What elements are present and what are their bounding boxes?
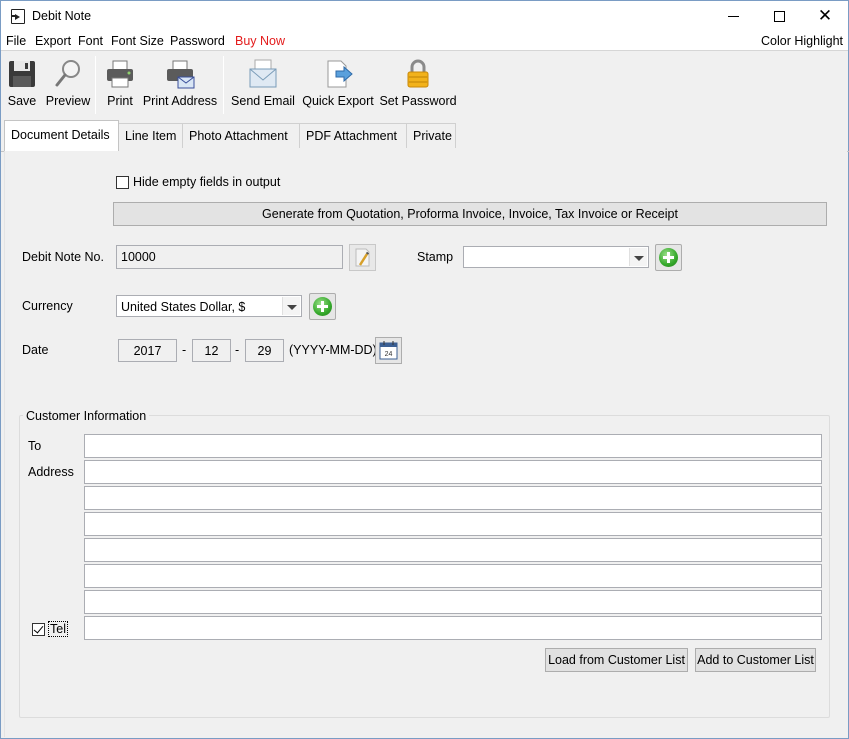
stamp-select[interactable] (463, 246, 649, 268)
app-window: Debit Note ✕ File Export Font Font Size … (0, 0, 849, 739)
tel-checkbox[interactable] (32, 623, 45, 636)
date-separator: - (182, 343, 187, 357)
address-line-1-field[interactable] (84, 460, 822, 484)
print-label: Print (107, 94, 133, 108)
menu-file[interactable]: File (6, 34, 26, 48)
close-icon: ✕ (817, 5, 833, 26)
stamp-label: Stamp (417, 250, 454, 264)
date-separator: - (235, 343, 240, 357)
address-line-2-field[interactable] (84, 486, 822, 510)
tab-strip: Document Details Line Item Photo Attachm… (1, 118, 848, 152)
debit-note-no-label: Debit Note No. (22, 250, 104, 264)
svg-text:24: 24 (385, 351, 393, 358)
add-currency-button[interactable] (309, 293, 336, 320)
menu-password[interactable]: Password (170, 34, 225, 48)
menu-bar: File Export Font Font Size Password Buy … (1, 31, 848, 51)
generate-from-button[interactable]: Generate from Quotation, Proforma Invoic… (113, 202, 827, 226)
address-line-6-field[interactable] (84, 590, 822, 614)
menu-export[interactable]: Export (35, 34, 71, 48)
tab-document-details[interactable]: Document Details (4, 120, 119, 151)
add-to-customer-list-button[interactable]: Add to Customer List (695, 648, 816, 672)
menu-font-size[interactable]: Font Size (111, 34, 164, 48)
tel-label: Tel (48, 621, 68, 637)
pencil-page-icon (355, 248, 370, 267)
currency-select[interactable]: United States Dollar, $ (116, 295, 302, 317)
tab-private[interactable]: Private (406, 123, 456, 148)
save-button[interactable]: Save (4, 56, 40, 114)
tab-line-item[interactable]: Line Item (118, 123, 183, 148)
print-address-label: Print Address (142, 94, 218, 108)
print-address-button[interactable]: Print Address (141, 56, 219, 114)
export-arrow-icon (327, 60, 353, 88)
app-icon (11, 9, 25, 24)
magnifier-icon (55, 60, 80, 87)
date-year-field[interactable]: 2017 (118, 339, 177, 362)
date-month-field[interactable]: 12 (192, 339, 231, 362)
add-circle-icon (659, 248, 678, 267)
window-title: Debit Note (32, 9, 92, 23)
set-password-button[interactable]: Set Password (377, 56, 459, 114)
customer-info-title: Customer Information (23, 409, 150, 423)
quick-export-button[interactable]: Quick Export (301, 56, 375, 114)
currency-label: Currency (22, 299, 73, 313)
menu-color-highlight[interactable]: Color Highlight (761, 34, 843, 48)
floppy-disk-icon (9, 61, 35, 87)
address-line-3-field[interactable] (84, 512, 822, 536)
address-label: Address (28, 465, 74, 479)
load-from-customer-list-button[interactable]: Load from Customer List (545, 648, 688, 672)
tab-photo-attachment[interactable]: Photo Attachment (182, 123, 300, 148)
printer-icon (107, 60, 133, 88)
date-picker-button[interactable]: 24 (375, 337, 402, 364)
title-bar: Debit Note ✕ (1, 1, 848, 31)
currency-value: United States Dollar, $ (121, 300, 246, 314)
calendar-icon: 24 (379, 341, 398, 360)
menu-buy-now[interactable]: Buy Now (235, 34, 285, 48)
print-envelope-icon (167, 60, 195, 89)
tel-field[interactable] (84, 616, 822, 640)
add-stamp-button[interactable] (655, 244, 682, 271)
date-label: Date (22, 343, 49, 357)
envelope-icon (249, 59, 277, 88)
preview-button[interactable]: Preview (44, 56, 92, 114)
chevron-down-icon (282, 297, 300, 315)
add-circle-icon (313, 297, 332, 316)
toolbar: Save Preview Print Print Address Send Em… (1, 52, 848, 117)
edit-number-button[interactable] (349, 244, 376, 271)
maximize-icon (773, 10, 785, 22)
send-email-label: Send Email (231, 94, 295, 108)
date-format-hint: (YYYY-MM-DD) (289, 343, 377, 357)
address-line-4-field[interactable] (84, 538, 822, 562)
hide-empty-label: Hide empty fields in output (133, 175, 281, 189)
to-field[interactable] (84, 434, 822, 458)
minimize-icon (727, 15, 739, 17)
maximize-button[interactable] (756, 1, 802, 31)
preview-label: Preview (45, 94, 91, 108)
save-label: Save (7, 94, 37, 108)
print-button[interactable]: Print (103, 56, 137, 114)
toolbar-divider (95, 56, 96, 114)
date-day-field[interactable]: 29 (245, 339, 284, 362)
debit-note-no-field[interactable]: 10000 (116, 245, 343, 269)
menu-font[interactable]: Font (78, 34, 103, 48)
chevron-down-icon (629, 248, 647, 266)
toolbar-divider (223, 56, 224, 114)
to-label: To (28, 439, 42, 453)
tab-pdf-attachment[interactable]: PDF Attachment (299, 123, 407, 148)
address-line-5-field[interactable] (84, 564, 822, 588)
quick-export-label: Quick Export (302, 94, 374, 108)
minimize-button[interactable] (710, 1, 756, 31)
close-button[interactable]: ✕ (802, 1, 848, 31)
set-password-label: Set Password (379, 94, 457, 108)
hide-empty-checkbox[interactable] (116, 176, 129, 189)
send-email-button[interactable]: Send Email (229, 56, 297, 114)
padlock-icon (407, 59, 429, 88)
